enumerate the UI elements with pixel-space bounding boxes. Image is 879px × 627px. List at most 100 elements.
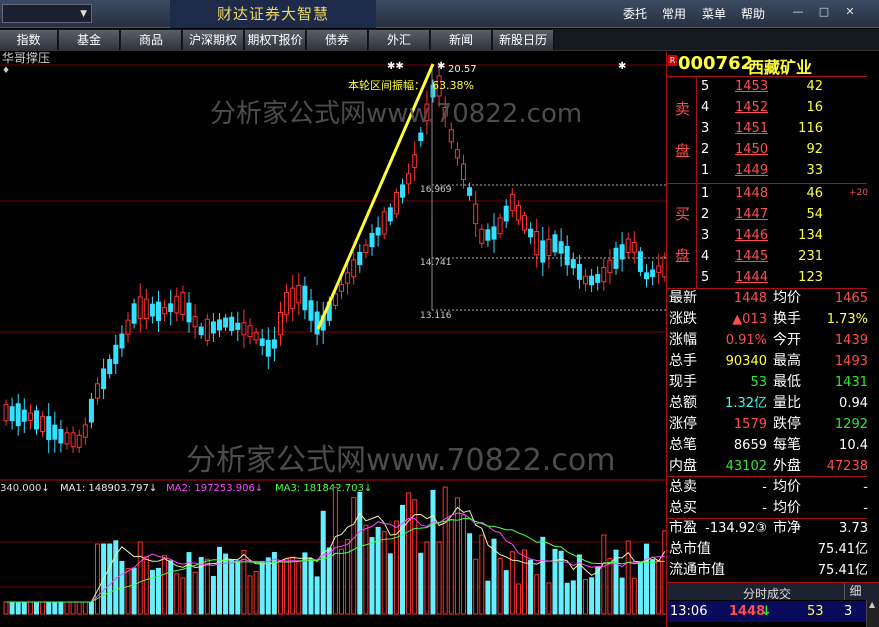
volume-bar [424,541,430,615]
candle [58,428,64,444]
volume-bar [607,557,613,615]
sell-row[interactable]: 2 1450 92 [667,139,867,160]
volume-bar [259,560,265,615]
tab-commodity[interactable]: 商品 [121,30,182,50]
volume-bar [595,566,601,615]
volume-bar [522,549,527,615]
tick-row[interactable]: 13:06 1448 ↓ 53 3 [667,601,879,622]
candle [302,285,308,311]
sell-row[interactable]: 1 1449 33 [667,160,867,181]
candle [34,410,39,430]
volume-bar [64,601,70,615]
menu-common[interactable]: 常用 [662,0,686,28]
stat-label: 最低 [773,374,801,390]
peak-price-label: 20.57 [448,64,477,75]
volume-bar [180,577,186,615]
buy-row[interactable]: 1 1448 46 +20 [667,183,868,204]
tab-news[interactable]: 新闻 [431,30,492,50]
candle [235,322,241,330]
candle [570,259,576,269]
candle [278,312,283,336]
volume-bar [650,559,656,615]
tab-bond[interactable]: 债券 [307,30,368,50]
stat-value: 75.41亿 [817,563,868,578]
account-combo[interactable]: ▼ [2,4,92,23]
volume-bar [21,601,27,615]
volume-bar [296,560,302,615]
menu-trade[interactable]: 委托 [623,0,647,28]
volume-bar [406,492,412,615]
tab-ipo-calendar[interactable]: 新股日历 [493,30,554,50]
title-bar: ▼ 财达证券大智慧 委托 常用 菜单 帮助 — □ ✕ [0,0,879,28]
candle [107,359,113,375]
candle [168,303,174,312]
volume-bar [534,574,540,615]
buy-row[interactable]: 3 1446 134 [667,225,867,246]
volume-bar [40,601,46,615]
candle [149,303,155,317]
candle [479,228,485,244]
stat-label: 均价 [773,500,801,516]
sell-row[interactable]: 4 1452 16 [667,97,867,118]
volume-bar [583,579,588,615]
stat-row: 总额 1.32亿 量比 0.94 [667,393,868,414]
volume-bar [509,551,515,615]
candle [461,163,466,180]
scroll-up-icon[interactable]: ▲ [869,600,875,609]
candle [375,227,381,236]
tab-sh-sz-option[interactable]: 沪深期权 [183,30,244,50]
maximize-icon[interactable]: □ [817,5,831,19]
kline-chart-panel[interactable]: 16.969 14.741 13.116 20.57 本轮区间振幅： 63.38… [0,52,666,627]
stat-value: 10.4 [839,438,868,453]
candle [454,149,460,159]
menu-menu[interactable]: 菜单 [702,0,726,28]
candle [76,434,82,448]
volume-bar [637,561,643,615]
minimize-icon[interactable]: — [791,5,805,19]
buy-row[interactable]: 2 1447 54 [667,204,867,225]
stat-label: 总市值 [669,541,711,557]
kline-chart[interactable]: 16.969 14.741 13.116 20.57 本轮区间振幅： 63.38… [0,52,666,627]
volume-bar [528,559,534,615]
volume-bar [552,548,558,615]
candle [131,303,137,324]
ticks-scrollbar[interactable]: ▲ [866,600,879,627]
candle [186,302,192,323]
volume-bar [570,580,576,615]
close-icon[interactable]: ✕ [843,5,857,19]
candle [40,416,46,432]
tab-index[interactable]: 指数 [0,30,58,50]
tab-forex[interactable]: 外汇 [369,30,430,50]
tab-option-t-quote[interactable]: 期权T报价 [245,30,306,50]
stat-value: - [762,501,767,516]
buy-row[interactable]: 5 1444 123 [667,267,867,288]
buy-row[interactable]: 4 1445 231 [667,246,867,267]
candle [119,333,125,349]
indicator-marker-icon: ♦ [2,66,10,76]
volume-bar [174,573,180,615]
sell-row[interactable]: 3 1451 116 [667,118,867,139]
volume-bar [357,491,363,615]
volume-bar [473,558,479,615]
stat-row: 市盈 -134.92③ 市净 3.73 [667,518,868,539]
candle [88,398,94,423]
volume-bar [253,571,259,615]
candle [284,291,290,315]
volume-bar [137,541,143,615]
tab-fund[interactable]: 基金 [59,30,120,50]
candle [113,344,119,365]
stat-label: 市盈 [669,520,697,536]
volume-bar [485,580,491,615]
candle [631,242,637,253]
stat-value: 1448 [733,291,767,306]
candle [64,432,70,445]
sell-row[interactable]: 5 1453 42 [667,76,867,97]
stat-label: 总卖 [669,479,697,495]
volume-bar [418,552,424,615]
ticks-detail-button[interactable]: 细 [844,583,866,600]
volume-bar [88,601,94,615]
volume-bar [284,558,290,615]
volume-bar [34,601,39,615]
candle [101,368,107,390]
menu-help[interactable]: 帮助 [741,0,765,28]
